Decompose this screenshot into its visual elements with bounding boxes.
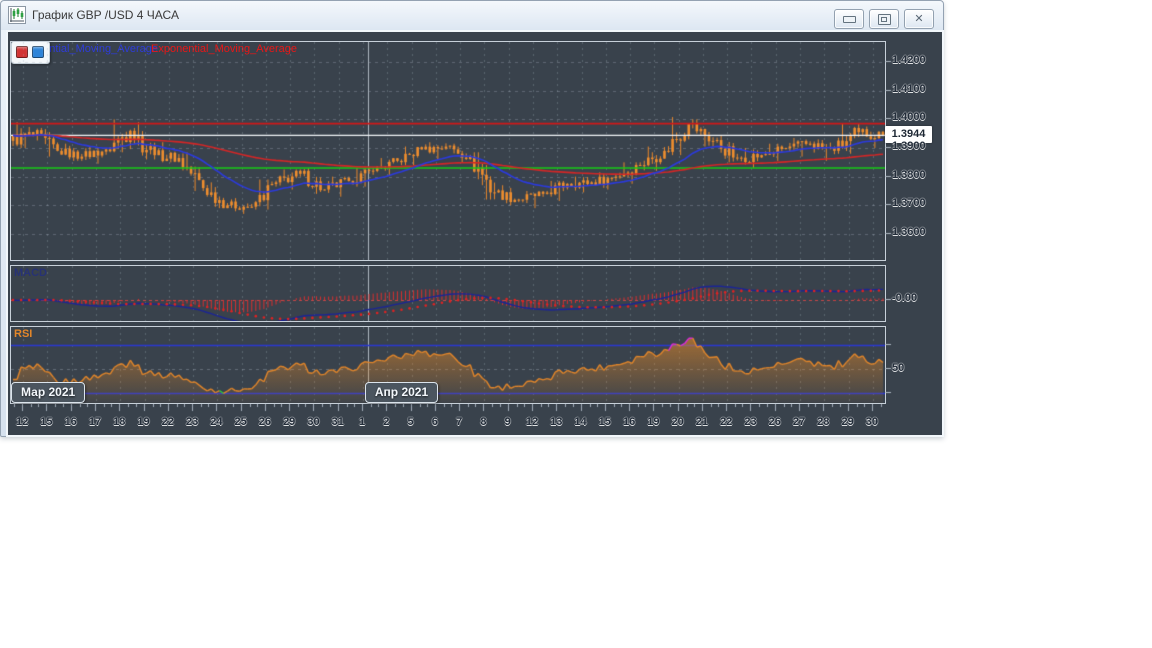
window-controls: ✕ <box>834 9 934 29</box>
rsi-label: RSI <box>14 328 33 340</box>
date-tick-label: 23 <box>744 416 757 428</box>
candlestick-chart-icon <box>8 6 26 24</box>
close-icon: ✕ <box>914 12 924 25</box>
month-badge-apr: Апр 2021 <box>364 382 439 403</box>
price-tick-label: 1.3600 <box>892 225 926 238</box>
date-tick-label: 18 <box>113 416 126 428</box>
date-tick-label: 8 <box>480 416 487 428</box>
minimize-button[interactable] <box>834 9 864 29</box>
date-tick-label: 2 <box>383 416 390 428</box>
date-tick-label: 16 <box>64 416 77 428</box>
date-tick-label: 27 <box>792 416 806 428</box>
date-tick-label: 29 <box>283 416 296 428</box>
date-tick-label: 5 <box>407 416 414 428</box>
price-tick-label: 1.4000 <box>892 111 926 124</box>
month-badge-mar: Мар 2021 <box>11 382 86 403</box>
date-tick-label: 13 <box>550 416 563 428</box>
date-tick-label: 31 <box>331 416 344 428</box>
chart-window: График GBP /USD 4 ЧАСА ✕ Exponential_Mov… <box>0 0 944 437</box>
date-tick-label: 14 <box>574 416 587 428</box>
date-tick-label: 17 <box>88 416 102 428</box>
date-tick-label: 24 <box>210 416 223 428</box>
date-tick-label: 1 <box>358 416 366 428</box>
price-tick-label: 1.4100 <box>892 82 926 95</box>
macd-label: MACD <box>14 267 47 279</box>
macd-canvas[interactable] <box>11 266 885 321</box>
minimize-icon <box>842 15 856 23</box>
title-bar[interactable]: График GBP /USD 4 ЧАСА ✕ <box>1 1 943 30</box>
date-tick-label: 29 <box>841 416 854 428</box>
date-tick-label: 26 <box>768 416 781 428</box>
maximize-button[interactable] <box>869 9 899 29</box>
date-tick-label: 23 <box>185 416 199 428</box>
date-tick-label: 12 <box>16 416 29 428</box>
date-tick-label: 9 <box>504 416 511 428</box>
date-tick-label: 21 <box>695 416 709 428</box>
date-tick-ruler <box>10 404 884 416</box>
macd-zero-label: -0.00 <box>892 292 918 304</box>
date-tick-label: 12 <box>525 416 539 428</box>
close-button[interactable]: ✕ <box>904 9 934 29</box>
price-tick-label: 1.3900 <box>892 139 926 152</box>
date-tick-label: 20 <box>671 416 684 428</box>
date-tick-label: 25 <box>234 416 247 428</box>
date-tick-label: 30 <box>307 416 320 428</box>
date-tick-label: 26 <box>258 416 272 428</box>
desktop: { "window": { "title": "График GBP /USD … <box>0 0 1152 648</box>
date-tick-label: 19 <box>647 416 660 428</box>
price-tick-marks <box>885 41 892 402</box>
date-tick-label: 6 <box>431 416 438 428</box>
rsi-canvas[interactable] <box>11 327 885 403</box>
date-tick-label: 22 <box>161 416 174 428</box>
macd-panel[interactable] <box>10 265 886 322</box>
main-chart-panel[interactable] <box>10 41 886 261</box>
rsi-50-label: 50 <box>892 362 905 374</box>
date-tick-label: 22 <box>720 416 733 428</box>
main-chart-canvas[interactable] <box>11 42 885 260</box>
window-title: График GBP /USD 4 ЧАСА <box>32 8 179 22</box>
rsi-panel[interactable] <box>10 326 886 404</box>
price-tick-label: 1.4200 <box>892 54 926 67</box>
date-tick-label: 16 <box>622 416 636 428</box>
date-tick-label: 19 <box>137 416 150 428</box>
price-tick-label: 1.3700 <box>892 197 926 210</box>
price-tick-label: 1.3800 <box>892 168 926 181</box>
date-tick-label: 30 <box>865 416 878 428</box>
maximize-icon <box>877 13 891 25</box>
date-tick-label: 7 <box>456 416 463 428</box>
date-tick-label: 15 <box>40 416 53 428</box>
date-tick-label: 28 <box>817 416 830 428</box>
date-tick-label: 15 <box>598 416 611 428</box>
